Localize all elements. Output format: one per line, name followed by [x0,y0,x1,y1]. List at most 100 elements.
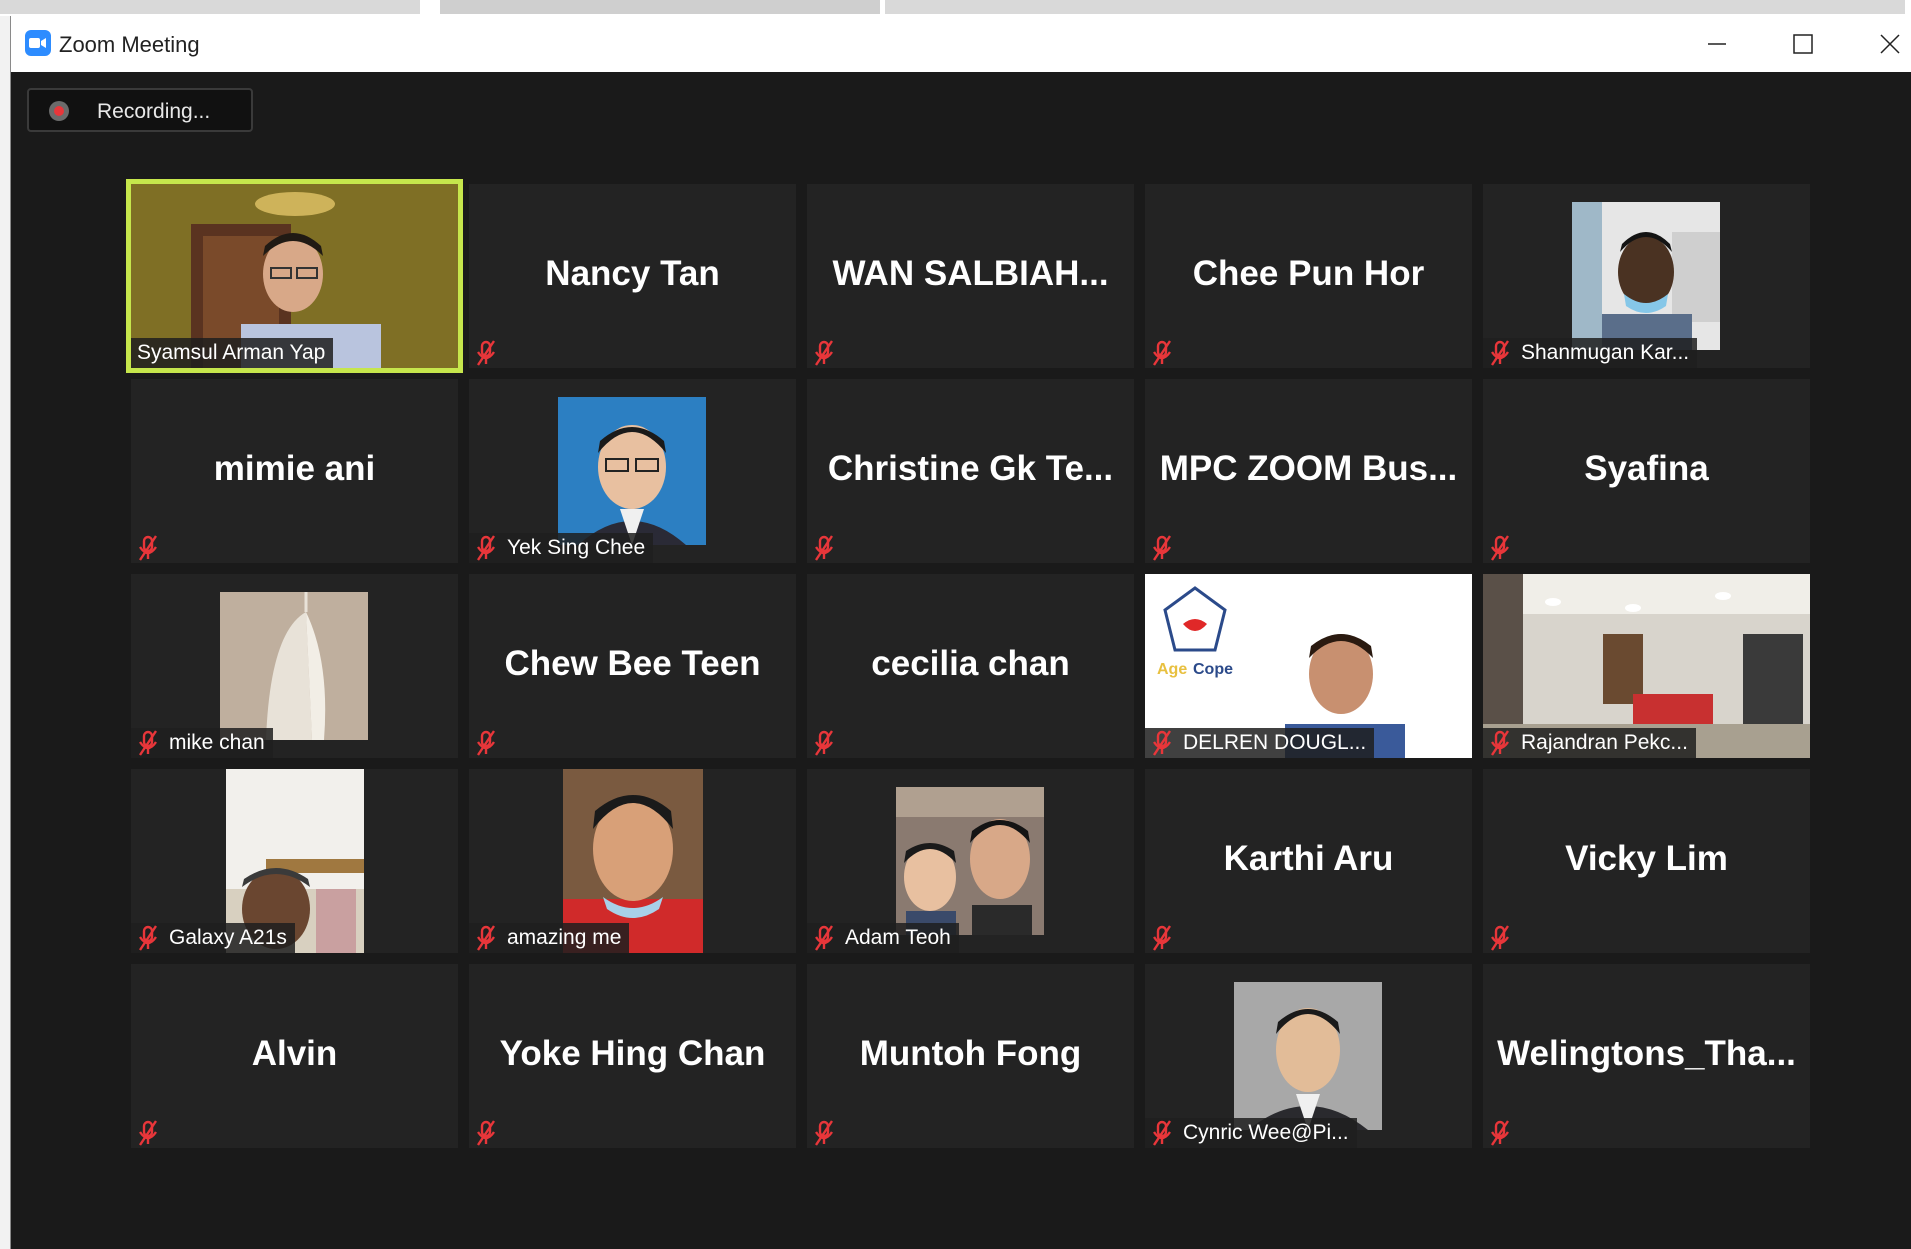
recording-label: Recording... [97,100,211,123]
participant-tile[interactable]: Rajandran Pekc... [1483,574,1810,758]
participant-name: Christine Gk Te... [827,449,1114,488]
participant-status-bar [1483,923,1529,953]
participant-name: Vicky Lim [1565,839,1728,878]
participant-tile[interactable]: Nancy Tan [469,184,796,368]
participant-tile-active-speaker[interactable]: Syamsul Arman Yap [126,179,463,373]
participant-status-bar [807,533,853,563]
background-tab [440,0,880,14]
participant-name: Chew Bee Teen [504,644,761,683]
muted-microphone-icon [1491,730,1509,756]
participant-tile[interactable]: MPC ZOOM Bus... [1145,379,1472,563]
participant-tile[interactable]: Yoke Hing Chan [469,964,796,1148]
background-tab [885,0,1905,14]
background-window-edge [0,16,10,1249]
muted-microphone-icon [1491,340,1509,366]
participant-name: WAN SALBIAH... [832,254,1109,293]
participant-tile[interactable]: Alvin [131,964,458,1148]
close-button[interactable] [1864,26,1911,62]
participant-tile[interactable]: WAN SALBIAH... [807,184,1134,368]
participant-status-bar [807,1118,853,1148]
participant-name-label: Yek Sing Chee [469,533,654,563]
muted-microphone-icon [815,1120,833,1146]
participant-name: Nancy Tan [545,254,720,293]
participant-tile[interactable]: Age Cope DELREN DOUGL... [1145,574,1472,758]
participant-name-label: mike chan [131,728,273,758]
participant-name: Yek Sing Chee [507,536,646,559]
muted-microphone-icon [477,1120,495,1146]
participant-name-label: amazing me [469,923,630,953]
participant-name: Rajandran Pekc... [1521,731,1688,754]
participant-tile[interactable]: Vicky Lim [1483,769,1810,953]
participant-tile[interactable]: Yek Sing Chee [469,379,796,563]
muted-microphone-icon [815,925,833,951]
logo-text: Age [1157,661,1187,678]
gallery-grid: Syamsul Arman Yap Nancy Tan WAN SALBIAH.… [126,179,1810,1148]
participant-name-label: Cynric Wee@Pi... [1145,1118,1357,1148]
participant-name: Syafina [1584,449,1709,488]
participant-name: Galaxy A21s [169,926,287,949]
minimize-button[interactable] [1691,26,1743,62]
participant-name-label: Shanmugan Kar... [1483,338,1698,368]
muted-microphone-icon [139,925,157,951]
participant-status-bar [469,728,515,758]
participant-tile[interactable]: Cynric Wee@Pi... [1145,964,1472,1148]
background-window-strip [0,0,1911,16]
participant-tile[interactable]: Galaxy A21s [131,769,458,953]
participant-profile-photo [1234,982,1382,1130]
participant-status-bar [131,533,177,563]
title-bar[interactable]: Zoom Meeting [11,16,1911,72]
participant-tile[interactable]: Christine Gk Te... [807,379,1134,563]
background-tab [0,0,420,14]
participant-tile[interactable]: mimie ani [131,379,458,563]
muted-microphone-icon [815,340,833,366]
muted-microphone-icon [1491,1120,1509,1146]
muted-microphone-icon [1153,925,1171,951]
participant-profile-photo [896,787,1044,935]
participant-tile[interactable]: Chew Bee Teen [469,574,796,758]
participant-name-label: DELREN DOUGL... [1145,728,1375,758]
participant-tile[interactable]: Adam Teoh [807,769,1134,953]
participant-name-label: Galaxy A21s [131,923,295,953]
participant-status-bar [469,338,515,368]
participant-name: cecilia chan [871,644,1070,683]
muted-microphone-icon [477,535,495,561]
participant-status-bar [469,1118,515,1148]
participant-tile[interactable]: cecilia chan [807,574,1134,758]
recording-dot-icon [49,101,69,121]
participant-tile[interactable]: Welingtons_Tha... [1483,964,1810,1148]
participant-profile-photo [220,592,368,740]
participant-name: Cynric Wee@Pi... [1183,1121,1349,1144]
participant-tile[interactable]: mike chan [131,574,458,758]
muted-microphone-icon [815,535,833,561]
participant-tile[interactable]: Syafina [1483,379,1810,563]
maximize-icon [1793,34,1813,54]
participant-name: Syamsul Arman Yap [137,341,326,364]
muted-microphone-icon [1153,535,1171,561]
participant-name: Adam Teoh [845,926,951,949]
maximize-button[interactable] [1777,26,1829,62]
muted-microphone-icon [1153,730,1171,756]
participant-status-bar [1483,1118,1529,1148]
muted-microphone-icon [815,730,833,756]
close-icon [1880,34,1900,54]
participant-name: Karthi Aru [1223,839,1394,878]
participant-tile[interactable]: Shanmugan Kar... [1483,184,1810,368]
participant-status-bar [807,338,853,368]
muted-microphone-icon [477,730,495,756]
participant-profile-photo [1572,202,1720,350]
participant-tile[interactable]: Chee Pun Hor [1145,184,1472,368]
participant-name-label: Syamsul Arman Yap [131,338,334,368]
participant-name: Yoke Hing Chan [499,1034,766,1073]
video-camera-icon [29,38,46,48]
recording-indicator[interactable]: Recording... [27,88,253,132]
participant-status-bar [1483,533,1529,563]
meeting-area: Recording... Syamsul Arman Yap Nancy Tan… [11,72,1911,1249]
participant-name: Shanmugan Kar... [1521,341,1690,364]
muted-microphone-icon [139,730,157,756]
participant-tile[interactable]: amazing me [469,769,796,953]
participant-tile[interactable]: Karthi Aru [1145,769,1472,953]
participant-name: mimie ani [213,449,376,488]
participant-name-label: Rajandran Pekc... [1483,728,1696,758]
zoom-meeting-window: Zoom Meeting Recording... Syamsul Arman … [10,16,1911,1249]
participant-tile[interactable]: Muntoh Fong [807,964,1134,1148]
